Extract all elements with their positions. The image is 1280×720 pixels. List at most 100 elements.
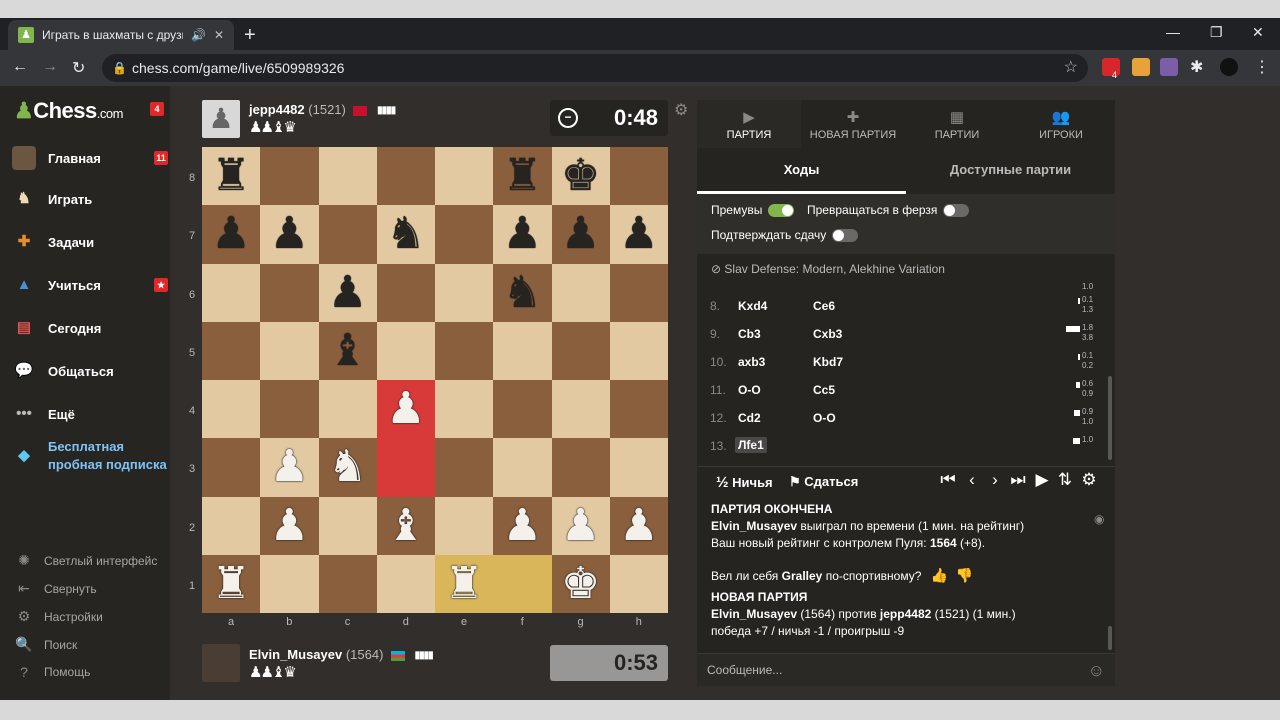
square-e2[interactable]	[435, 496, 494, 555]
chesscom-logo[interactable]: ♟Chess.com	[14, 98, 123, 124]
speaker-icon[interactable]: 🔊	[191, 28, 206, 42]
bookmark-star-icon[interactable]: ☆	[1064, 54, 1078, 82]
white-piece-b2[interactable]: ♟	[270, 503, 309, 548]
tab-players[interactable]: 👥 ИГРОКИ	[1009, 100, 1113, 148]
white-piece-b3[interactable]: ♟	[270, 445, 309, 489]
bottom-player-avatar[interactable]	[202, 644, 240, 682]
sidebar-item-play[interactable]: ♞ Играть	[12, 184, 168, 214]
square-d1[interactable]	[376, 554, 435, 613]
extension-orange-icon[interactable]	[1132, 58, 1150, 76]
resign-button[interactable]: ⚑ Сдаться	[789, 474, 858, 490]
white-piece-h2[interactable]: ♟	[619, 503, 658, 548]
square-a7[interactable]: ♟	[202, 205, 261, 264]
auto-queen-option[interactable]: Превращаться в ферзя	[807, 203, 970, 217]
square-b5[interactable]	[260, 321, 319, 380]
confirm-resign-toggle[interactable]	[832, 228, 859, 242]
black-piece-f7[interactable]: ♟	[503, 212, 542, 256]
extension-red-icon[interactable]	[1102, 58, 1120, 76]
square-g2[interactable]: ♟	[551, 496, 610, 555]
square-f5[interactable]	[493, 321, 552, 380]
white-piece-a1[interactable]: ♜	[211, 561, 250, 606]
square-g4[interactable]	[551, 380, 610, 439]
square-e8[interactable]	[435, 147, 494, 206]
white-move[interactable]: O-O	[738, 383, 761, 397]
extensions-puzzle-icon[interactable]: ✱	[1190, 57, 1203, 77]
sidebar-item-social[interactable]: 💬 Общаться	[12, 356, 168, 386]
play-icon[interactable]: ▶	[1032, 470, 1052, 490]
square-b6[interactable]	[260, 263, 319, 322]
premoves-toggle[interactable]	[768, 203, 795, 217]
sidebar-help[interactable]: ? Помощь	[14, 664, 90, 680]
forward-icon[interactable]: →	[42, 58, 58, 76]
square-b2[interactable]: ♟	[260, 496, 319, 555]
square-d5[interactable]	[376, 321, 435, 380]
square-c6[interactable]: ♟	[318, 263, 377, 322]
square-b3[interactable]: ♟	[260, 438, 319, 497]
square-h6[interactable]	[609, 263, 668, 322]
auto-queen-toggle[interactable]	[943, 203, 970, 217]
square-g1[interactable]: ♚	[551, 554, 610, 613]
browser-menu-icon[interactable]: ⋮	[1254, 57, 1270, 77]
square-f2[interactable]: ♟	[493, 496, 552, 555]
square-f1[interactable]	[493, 554, 552, 613]
next-move-icon[interactable]: ›	[985, 470, 1005, 490]
sidebar-item-more[interactable]: ••• Ещё	[12, 399, 168, 429]
new-tab-icon[interactable]: +	[244, 24, 256, 47]
square-e4[interactable]	[435, 380, 494, 439]
square-f8[interactable]: ♜	[493, 147, 552, 206]
close-window-icon[interactable]: ✕	[1252, 24, 1264, 41]
tab-game[interactable]: ▶ ПАРТИЯ	[697, 100, 801, 148]
thumbs-down-icon[interactable]: 👎	[956, 567, 973, 583]
white-move[interactable]: axb3	[738, 355, 765, 369]
square-a1[interactable]: ♜	[202, 554, 261, 613]
confirm-resign-option[interactable]: Подтверждать сдачу	[711, 228, 859, 242]
white-move[interactable]: Лfe1	[735, 437, 767, 453]
subtab-available-games[interactable]: Доступные партии	[906, 154, 1115, 194]
square-e5[interactable]	[435, 321, 494, 380]
sidebar-item-free-trial[interactable]: ◆ Бесплатная пробная подписка	[12, 438, 168, 478]
white-piece-d4[interactable]: ♟	[386, 387, 425, 431]
black-move[interactable]: Cxb3	[813, 327, 842, 341]
square-e7[interactable]	[435, 205, 494, 264]
white-move[interactable]: Cb3	[738, 327, 761, 341]
black-piece-f6[interactable]: ♞	[503, 270, 542, 315]
square-b4[interactable]	[260, 380, 319, 439]
sidebar-collapse[interactable]: ⇤ Свернуть	[14, 580, 97, 597]
tab-games[interactable]: ▦ ПАРТИИ	[905, 100, 1009, 148]
browser-tab[interactable]: ♟ Играть в шахматы с друзья 🔊 ✕	[8, 20, 234, 50]
square-b8[interactable]	[260, 147, 319, 206]
square-h4[interactable]	[609, 380, 668, 439]
flip-board-icon[interactable]: ⇅	[1055, 470, 1075, 490]
black-piece-g8[interactable]: ♚	[561, 154, 600, 198]
square-c1[interactable]	[318, 554, 377, 613]
black-piece-a8[interactable]: ♜	[211, 154, 250, 198]
white-piece-d2[interactable]: ♝	[386, 503, 425, 548]
black-move[interactable]: Kbd7	[813, 355, 843, 369]
square-d4[interactable]: ♟	[376, 380, 435, 439]
restore-icon[interactable]: ❐	[1210, 24, 1223, 41]
white-piece-f2[interactable]: ♟	[503, 503, 542, 548]
chess-board[interactable]: ♜ ♜ ♚ ♟ ♟ ♞ ♟ ♟ ♟ ♟ ♞ ♝ ♟ ♟ ♞ ♟ ♝ ♟ ♟ ♟ ♜ ♜ ♚	[202, 147, 668, 613]
extension-purple-icon[interactable]	[1160, 58, 1178, 76]
tab-new-game[interactable]: ✚ НОВАЯ ПАРТИЯ	[801, 100, 905, 148]
moves-scrollbar[interactable]	[1108, 376, 1112, 460]
square-h7[interactable]: ♟	[609, 205, 668, 264]
square-b1[interactable]	[260, 554, 319, 613]
square-e1[interactable]: ♜	[435, 554, 494, 613]
sidebar-light-theme[interactable]: ✺ Светлый интерфейс	[14, 552, 157, 569]
black-move[interactable]: Cc5	[813, 383, 835, 397]
white-move[interactable]: Kxd4	[738, 299, 767, 313]
top-player-name[interactable]: jepp4482 (1521) ▮▮▮▮	[249, 102, 396, 117]
square-d7[interactable]: ♞	[376, 205, 435, 264]
black-piece-d7[interactable]: ♞	[386, 212, 425, 256]
opening-name[interactable]: ⊘ Slav Defense: Modern, Alekhine Variati…	[711, 262, 945, 276]
square-h5[interactable]	[609, 321, 668, 380]
black-piece-c5[interactable]: ♝	[328, 328, 367, 373]
close-tab-icon[interactable]: ✕	[214, 28, 224, 42]
square-b7[interactable]: ♟	[260, 205, 319, 264]
sidebar-search[interactable]: 🔍 Поиск	[14, 636, 77, 653]
black-piece-c6[interactable]: ♟	[328, 270, 367, 315]
sidebar-item-learn[interactable]: ▲ Учиться ★	[12, 270, 168, 300]
back-icon[interactable]: ←	[12, 58, 28, 76]
message-input[interactable]: Сообщение... ☺	[697, 653, 1115, 686]
